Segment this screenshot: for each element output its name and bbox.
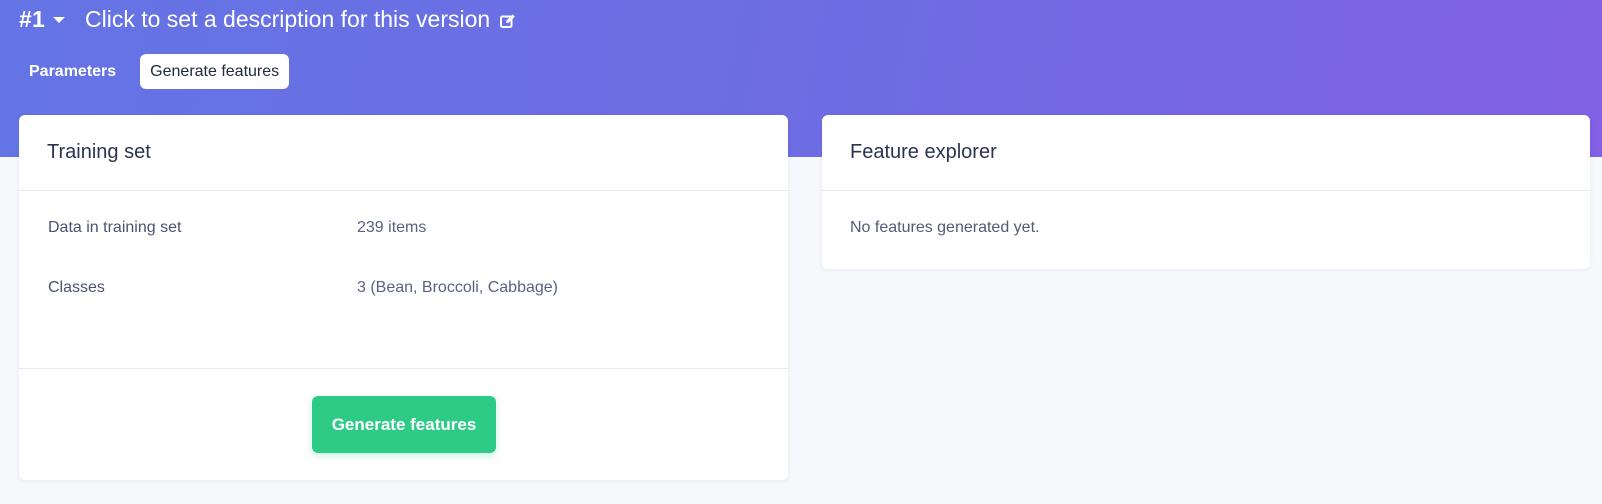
row-value: 239 items	[357, 219, 427, 236]
version-number[interactable]: #1	[19, 6, 45, 33]
card-divider	[19, 368, 788, 369]
feature-explorer-card: Feature explorer No features generated y…	[822, 115, 1590, 269]
version-description[interactable]: Click to set a description for this vers…	[85, 6, 490, 33]
row-label: Classes	[48, 279, 105, 296]
tab-bar: Parameters Generate features	[19, 54, 290, 89]
tab-generate-features[interactable]: Generate features	[140, 54, 290, 89]
tab-parameters[interactable]: Parameters	[19, 54, 126, 89]
generate-features-button[interactable]: Generate features	[312, 396, 496, 453]
caret-down-icon[interactable]	[52, 17, 65, 23]
training-set-card: Training set Data in training set 239 it…	[19, 115, 788, 480]
row-value: 3 (Bean, Broccoli, Cabbage)	[357, 279, 558, 296]
feature-explorer-title: Feature explorer	[822, 115, 1590, 191]
data-in-training-set-row: Data in training set 239 items	[48, 219, 426, 237]
version-selector: #1 Click to set a description for this v…	[19, 3, 516, 35]
empty-state-message: No features generated yet.	[850, 219, 1040, 236]
training-set-title: Training set	[19, 115, 788, 191]
classes-row: Classes 3 (Bean, Broccoli, Cabbage)	[48, 279, 558, 297]
row-label: Data in training set	[48, 219, 182, 236]
edit-icon[interactable]	[500, 14, 516, 28]
